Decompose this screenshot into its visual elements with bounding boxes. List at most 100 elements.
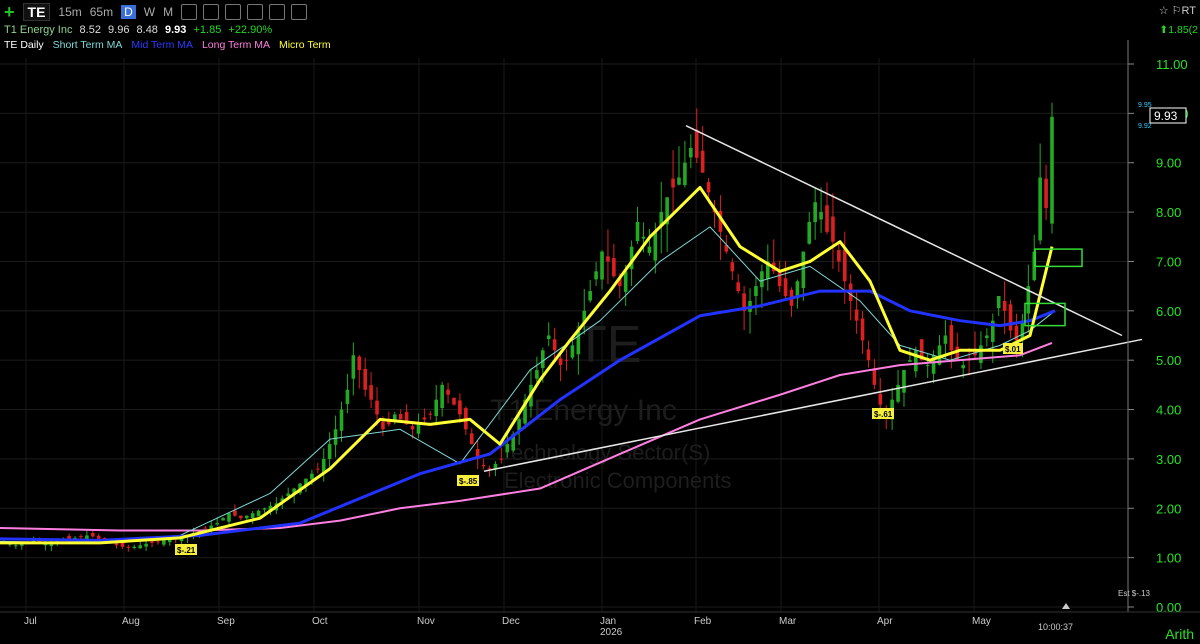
- candle-body: [203, 527, 208, 529]
- candle-body: [777, 271, 782, 287]
- candle-body: [925, 365, 930, 367]
- candle-body: [854, 309, 859, 321]
- y-tick-label: 9.00: [1156, 156, 1181, 171]
- candle-body: [594, 271, 598, 280]
- candle-body: [1050, 116, 1054, 224]
- candle-body: [813, 202, 817, 223]
- candle-body: [943, 335, 948, 344]
- y-tick-label: 4.00: [1156, 403, 1181, 418]
- candle-body: [351, 355, 356, 379]
- last-price-label: 9.93: [1154, 109, 1178, 123]
- x-tick-label: Apr: [877, 616, 893, 627]
- candle-body: [452, 397, 456, 405]
- candle-body: [783, 278, 788, 297]
- candle-body: [327, 444, 332, 459]
- candle-body: [14, 545, 18, 547]
- candle-body: [979, 345, 983, 363]
- candle-body: [694, 129, 699, 158]
- candle-body: [381, 421, 385, 430]
- candle-body: [588, 291, 592, 301]
- candle-body: [422, 417, 427, 420]
- candle-body: [801, 251, 806, 289]
- candle-body: [641, 236, 646, 239]
- scale-mode[interactable]: Arith: [1165, 626, 1194, 642]
- candle-body: [677, 177, 681, 185]
- candle-body: [369, 385, 373, 400]
- x-tick-label: Nov: [417, 616, 435, 627]
- candle-body: [91, 532, 95, 537]
- candle-body: [872, 368, 877, 385]
- candle-body: [487, 468, 492, 470]
- candle-body: [860, 318, 865, 341]
- candle-body: [233, 510, 237, 516]
- highlight-box-0: [1034, 248, 1083, 268]
- x-tick-label: Aug: [122, 616, 140, 627]
- candle-body: [434, 399, 439, 417]
- candle-body: [79, 536, 83, 538]
- candle-body: [333, 429, 338, 445]
- y-tick-label: 6.00: [1156, 304, 1181, 319]
- candle-body: [156, 541, 160, 543]
- x-tick-label: Jul: [24, 616, 37, 627]
- candle-body: [683, 162, 687, 186]
- candle-body: [227, 513, 231, 522]
- candle-body: [1008, 304, 1013, 331]
- candle-body: [623, 271, 628, 292]
- candle-body: [144, 543, 148, 547]
- candle-body: [310, 473, 314, 480]
- candle-body: [440, 384, 444, 408]
- candle-body: [842, 249, 847, 282]
- scroll-arrow-icon[interactable]: [1062, 603, 1070, 609]
- clock: 10:00:37: [1038, 622, 1074, 632]
- candle-body: [505, 444, 510, 453]
- candle-body: [363, 368, 367, 390]
- y-tick-label: 8.00: [1156, 205, 1181, 220]
- candle-body: [499, 458, 504, 460]
- x-tick-label: Dec: [502, 616, 520, 627]
- earnings-label-may: $.01: [1005, 345, 1021, 354]
- x-axis: Jul Aug Sep Oct Nov Dec Jan Feb Mar Apr May 2026: [0, 611, 1200, 638]
- candle-body: [902, 370, 906, 393]
- candle-body: [132, 546, 137, 549]
- moving-averages: [0, 185, 1056, 545]
- y-tick-label: 0.00: [1156, 600, 1181, 615]
- y-tick-label: 2.00: [1156, 501, 1181, 516]
- candle-body: [535, 370, 539, 379]
- candle-body: [558, 358, 563, 366]
- candle-body: [458, 400, 462, 415]
- candle-body: [671, 178, 675, 188]
- candle-body: [398, 414, 403, 420]
- candle-body: [120, 542, 125, 547]
- candle-body: [706, 182, 711, 193]
- grid: [0, 58, 1128, 612]
- price-chart[interactable]: TE T1 Energy Inc Technology Sector(S) El…: [0, 0, 1200, 644]
- candle-body: [446, 389, 450, 395]
- earnings-label-aug: $-.21: [177, 546, 196, 555]
- candle-body: [819, 212, 823, 220]
- candle-body: [564, 359, 569, 361]
- candle-body: [316, 468, 320, 470]
- y-tick-label: 7.00: [1156, 254, 1181, 269]
- x-year-label: 2026: [600, 627, 623, 638]
- candle-body: [375, 400, 379, 415]
- x-tick-label: May: [972, 616, 991, 627]
- candle-body: [138, 545, 142, 549]
- candle-body: [126, 546, 131, 548]
- estimate-label: Est $-.13: [1117, 589, 1150, 598]
- candle-body: [736, 282, 740, 292]
- candle-body: [612, 258, 616, 277]
- candle-body: [357, 356, 362, 371]
- ma-line-long: [0, 341, 1053, 532]
- y-tick-label: 1.00: [1156, 551, 1181, 566]
- candle-body: [653, 231, 658, 261]
- watermark-symbol: TE: [575, 316, 641, 374]
- candle-body: [1044, 178, 1048, 209]
- price-tag-low: 9.92: [1138, 123, 1152, 130]
- candle-body: [600, 251, 604, 280]
- x-tick-label: Oct: [312, 616, 328, 627]
- earnings-label-mar: $-.61: [874, 410, 893, 419]
- earnings-label-nov: $-.85: [459, 477, 478, 486]
- candle-body: [162, 540, 166, 545]
- candle-body: [689, 147, 693, 158]
- x-tick-label: Jan: [600, 616, 616, 627]
